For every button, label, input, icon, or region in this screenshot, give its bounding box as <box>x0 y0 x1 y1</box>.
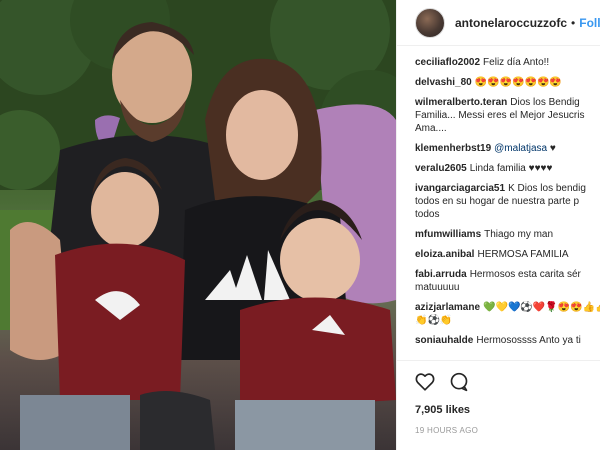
comment-username[interactable]: eloiza.anibal <box>415 249 474 260</box>
comment-username[interactable]: ceciliaflo2002 <box>415 57 480 68</box>
comment-item: eloiza.anibal HERMOSA FAMILIA <box>415 248 600 261</box>
comment-text: Linda familia ♥♥♥♥ <box>469 163 553 174</box>
comment-item: fabi.arruda Hermosos esta carita sér matu… <box>415 268 600 294</box>
comment-text: Hermosossss Anto ya ti <box>476 335 581 346</box>
comment-text: 💚💛💙⚽️❤️🌹😍😍👍👍 <box>483 302 600 313</box>
comment-text: Hermosos esta carita sér <box>469 269 581 280</box>
comment-username[interactable]: klemenherbst19 <box>415 143 491 154</box>
post-username[interactable]: antonelaroccuzzofc <box>455 16 567 30</box>
avatar[interactable] <box>415 7 445 38</box>
comment-text: K Dios los bendig <box>508 183 586 194</box>
comment-item: azizjarlamane 💚💛💙⚽️❤️🌹😍😍👍👍 👏⚽️👏 <box>415 301 600 327</box>
comment-text: Dios los Bendig <box>510 97 580 108</box>
comment-mention[interactable]: @malatjasa <box>494 143 547 154</box>
comment-username[interactable]: veralu2605 <box>415 163 467 174</box>
comment-username[interactable]: fabi.arruda <box>415 269 467 280</box>
comment-text: HERMOSA FAMILIA <box>477 249 569 260</box>
comment-text: Feliz día Anto!! <box>483 57 550 68</box>
comment-username[interactable]: delvashi_80 <box>415 77 472 88</box>
post-header: antonelaroccuzzofc • Follow <box>397 0 600 46</box>
comment-text: Thiago my man <box>484 229 554 240</box>
post-side-panel: antonelaroccuzzofc • Follow ceciliaflo20… <box>396 0 600 450</box>
comment-text-continued: matuuuuu <box>415 282 460 293</box>
heart-icon[interactable] <box>415 372 435 392</box>
comment-username[interactable]: mfumwilliams <box>415 229 481 240</box>
follow-button[interactable]: Follow <box>579 16 600 30</box>
comment-item: klemenherbst19 @malatjasa ♥ <box>415 142 600 155</box>
comment-username[interactable]: soniauhalde <box>415 335 473 346</box>
post-actions <box>415 372 469 392</box>
comment-username[interactable]: ivangarciagarcia51 <box>415 183 505 194</box>
comment-item: ceciliaflo2002 Feliz día Anto!! <box>415 56 600 69</box>
header-separator: • <box>571 15 576 30</box>
comment-text-continued: todos en su hogar de nuestra parte p <box>415 196 580 207</box>
post-photo[interactable] <box>0 0 396 450</box>
comment-item: ivangarciagarcia51 K Dios los bendig todo… <box>415 182 600 221</box>
comment-item: veralu2605 Linda familia ♥♥♥♥ <box>415 162 600 175</box>
comment-icon[interactable] <box>449 372 469 392</box>
comment-text-continued: todos <box>415 209 440 220</box>
comment-list: ceciliaflo2002 Feliz día Anto!! delvashi_… <box>397 46 600 347</box>
family-photo-illustration <box>0 0 396 450</box>
comment-text-continued: Familia... Messi eres el Mejor Jesucris <box>415 110 585 121</box>
comment-item: wilmeralberto.teran Dios los Bendig Famil… <box>415 96 600 135</box>
comment-text-continued: 👏⚽️👏 <box>415 315 453 326</box>
post-timestamp: 19 HOURS AGO <box>415 426 479 435</box>
comment-item: delvashi_80 😍😍😍😍😍😍😍 <box>415 76 600 89</box>
comment-username[interactable]: wilmeralberto.teran <box>415 97 507 108</box>
like-count[interactable]: 7,905 likes <box>415 404 470 416</box>
comment-text-continued: Ama.... <box>415 123 447 134</box>
comment-text: ♥ <box>549 143 556 154</box>
comment-text: 😍😍😍😍😍😍😍 <box>474 77 562 88</box>
comment-item: soniauhalde Hermosossss Anto ya ti <box>415 334 600 347</box>
comment-item: mfumwilliams Thiago my man <box>415 228 600 241</box>
divider <box>397 360 600 361</box>
comment-username[interactable]: azizjarlamane <box>415 302 480 313</box>
